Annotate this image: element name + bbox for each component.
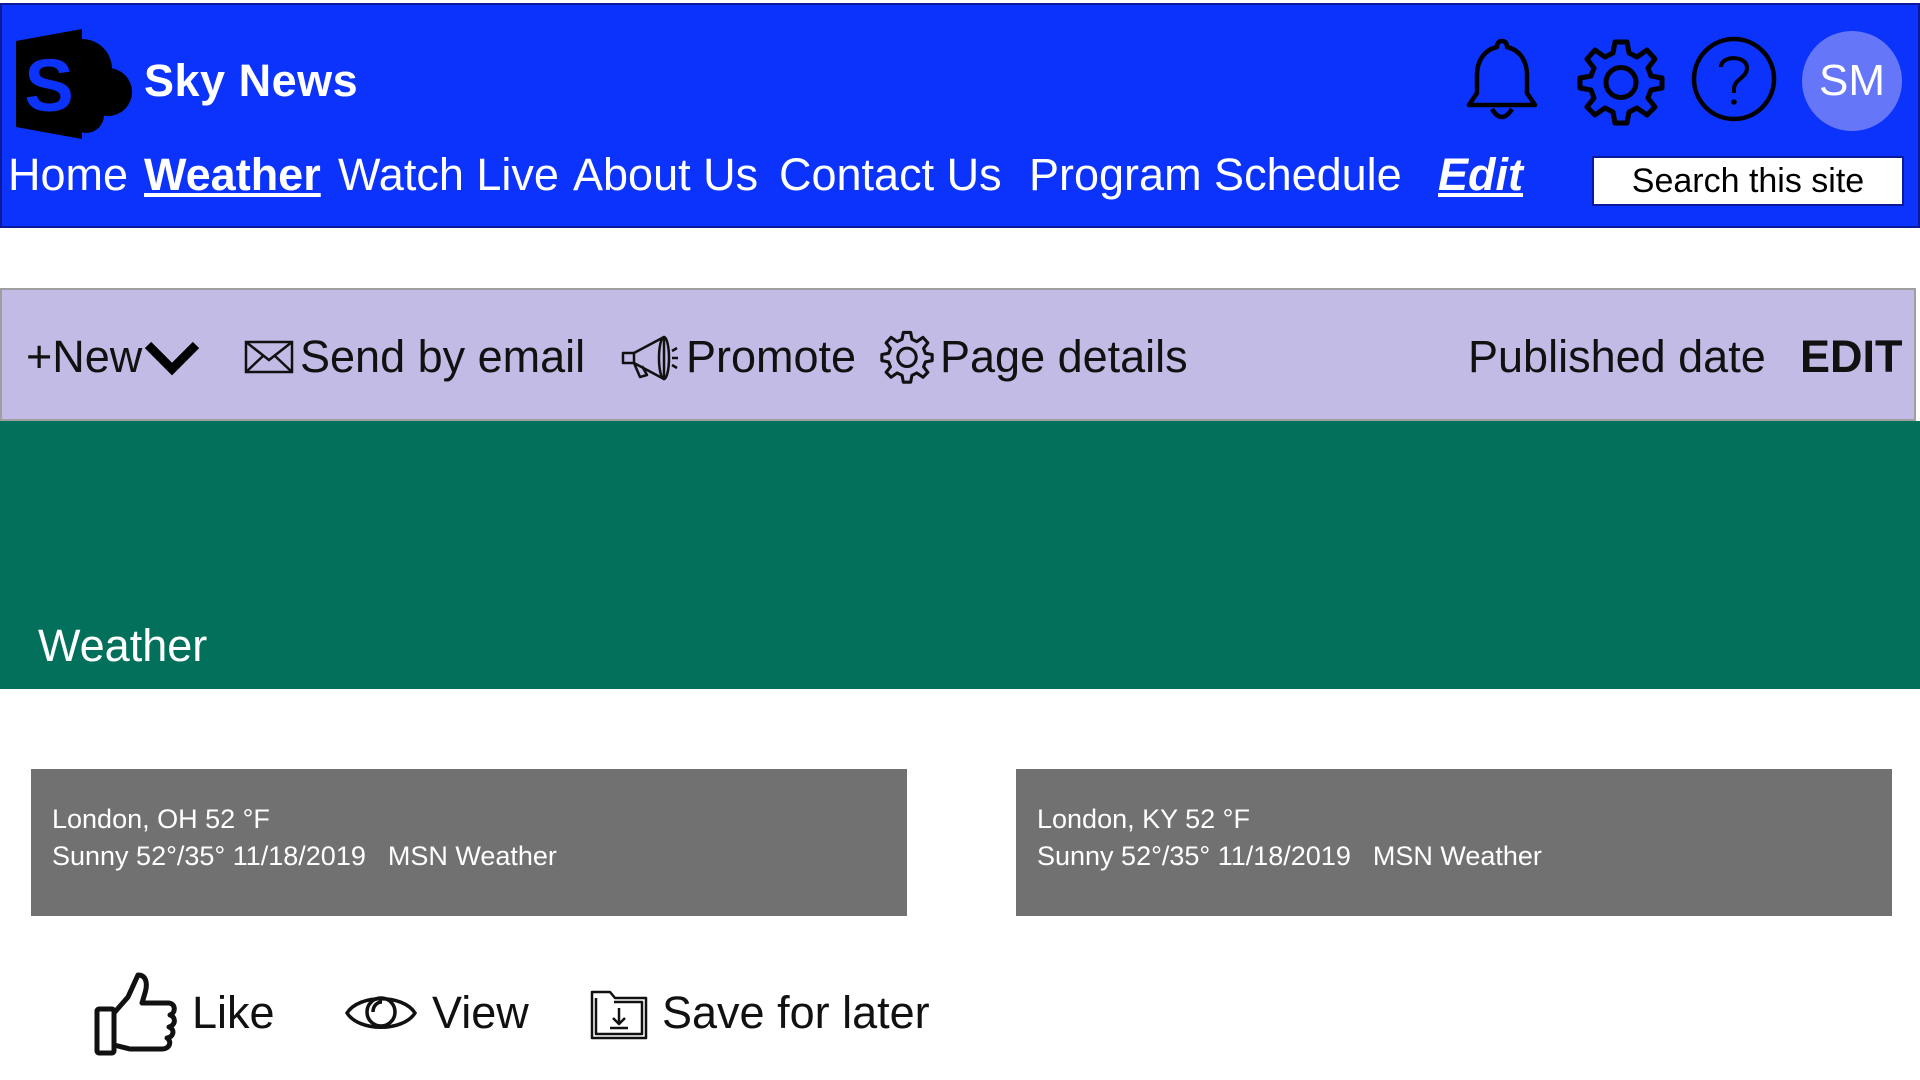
megaphone-icon [621, 335, 678, 380]
weather-condition: Sunny 52°/35° 11/18/2019 [1037, 841, 1351, 871]
save-for-later-button[interactable]: Save for later [590, 965, 930, 1061]
chevron-down-icon [145, 341, 200, 375]
save-folder-icon [590, 990, 648, 1040]
eye-icon [344, 996, 418, 1029]
like-label: Like [192, 987, 275, 1038]
page-title: Weather [38, 620, 208, 671]
nav-program-schedule[interactable]: Program Schedule [1029, 148, 1402, 202]
page-details-button[interactable]: Page details [880, 290, 1188, 423]
new-button[interactable]: +New [26, 290, 202, 423]
help-icon[interactable] [1690, 35, 1778, 123]
published-date-label: Published date [1468, 330, 1766, 382]
user-avatar[interactable]: SM [1802, 31, 1902, 131]
nav-weather[interactable]: Weather [144, 148, 321, 202]
weather-condition: Sunny 52°/35° 11/18/2019 [52, 841, 366, 871]
edit-link[interactable]: Edit [1438, 148, 1523, 202]
weather-location: London, OH 52 °F [52, 804, 270, 834]
search-input[interactable]: Search this site [1592, 156, 1904, 206]
thumbs-up-icon [94, 972, 177, 1056]
nav-watch-live[interactable]: Watch Live [338, 148, 559, 202]
hero-banner [0, 421, 1920, 689]
bell-icon[interactable] [1464, 35, 1540, 125]
promote-button[interactable]: Promote [620, 290, 856, 423]
send-by-email-button[interactable]: Send by email [244, 290, 585, 423]
view-button[interactable]: View [344, 965, 529, 1061]
view-label: View [432, 987, 529, 1038]
nav-contact-us[interactable]: Contact Us [779, 148, 1002, 202]
weather-location: London, KY 52 °F [1037, 804, 1250, 834]
nav-about-us[interactable]: About Us [573, 148, 758, 202]
nav-home[interactable]: Home [8, 148, 128, 202]
weather-source: MSN Weather [1372, 841, 1542, 871]
send-by-email-label: Send by email [300, 330, 586, 382]
mail-icon [244, 340, 294, 373]
svg-text:S: S [24, 44, 73, 127]
weather-card-london-oh[interactable]: London, OH 52 °F Sunny 52°/35° 11/18/201… [31, 769, 907, 916]
weather-source: MSN Weather [387, 841, 557, 871]
weather-card-london-ky[interactable]: London, KY 52 °F Sunny 52°/35° 11/18/201… [1016, 769, 1892, 916]
sharepoint-logo-icon[interactable]: S [16, 29, 134, 139]
promote-label: Promote [686, 330, 857, 382]
command-bar: +New Send by email Promote Page details … [0, 288, 1916, 421]
save-for-later-label: Save for later [662, 987, 930, 1038]
site-header: S Sky News SM Home Weather Watch Live Ab… [0, 3, 1920, 228]
gear-icon [880, 330, 934, 384]
edit-button[interactable]: EDIT [1800, 290, 1903, 423]
gear-icon[interactable] [1577, 38, 1665, 126]
site-title[interactable]: Sky News [144, 55, 358, 107]
like-button[interactable]: Like [94, 965, 275, 1061]
page-details-label: Page details [940, 330, 1188, 382]
new-label: +New [26, 330, 143, 382]
edit-label: EDIT [1800, 330, 1903, 382]
published-date-button[interactable]: Published date [1468, 290, 1766, 423]
